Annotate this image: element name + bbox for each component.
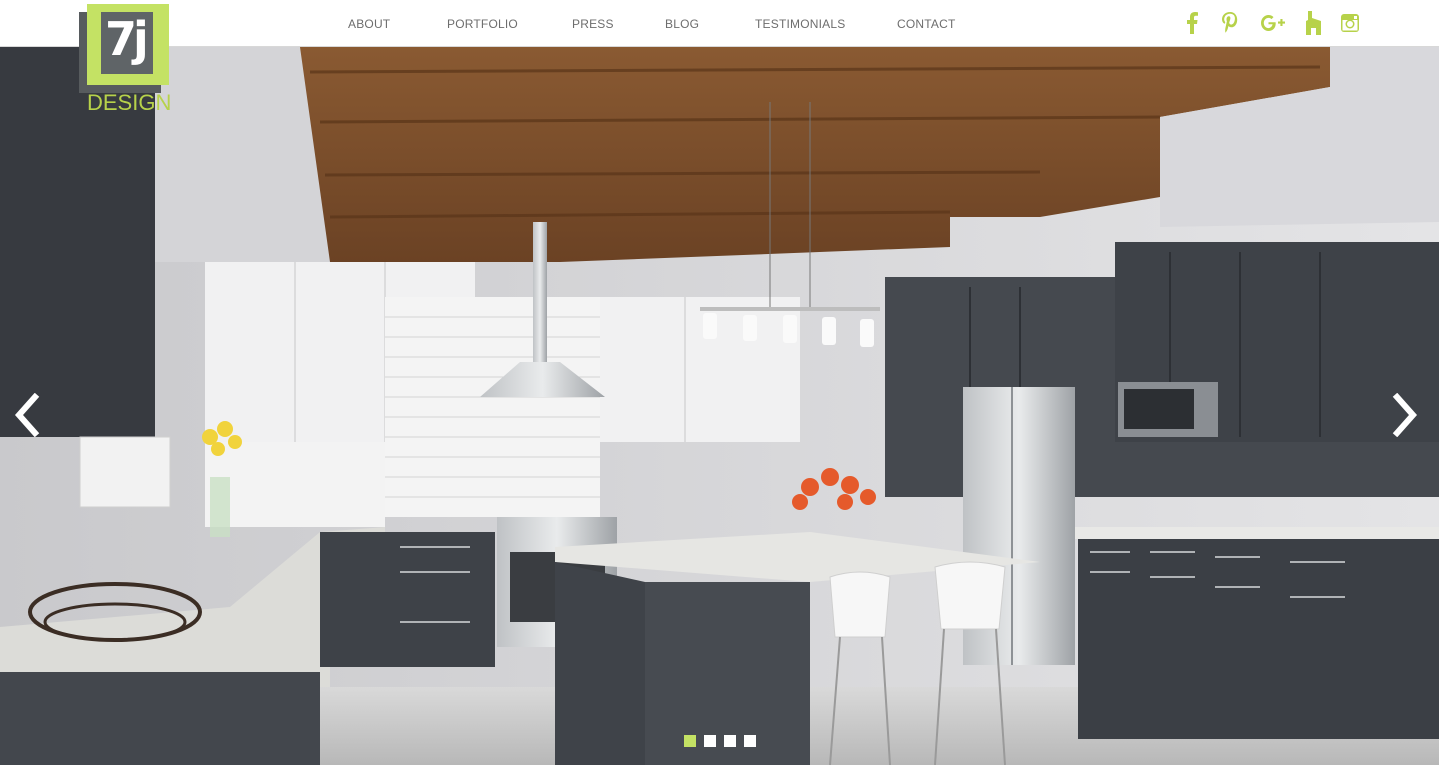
nav-contact[interactable]: CONTACT <box>897 17 956 31</box>
nav-testimonials[interactable]: TESTIMONIALS <box>755 17 845 31</box>
instagram-icon[interactable] <box>1339 10 1361 36</box>
slider-dot-1[interactable] <box>684 735 696 747</box>
slider-pagination <box>684 735 756 747</box>
logo-wordmark: DESIGN <box>87 90 172 115</box>
chevron-right-icon[interactable] <box>1384 387 1428 443</box>
nav-about[interactable]: ABOUT <box>348 17 390 31</box>
slider-dot-3[interactable] <box>724 735 736 747</box>
logo-mark: 7j <box>105 12 149 66</box>
hero-image <box>0 47 1439 765</box>
nav-press[interactable]: PRESS <box>572 17 614 31</box>
facebook-icon[interactable] <box>1183 10 1201 36</box>
nav-blog[interactable]: BLOG <box>665 17 699 31</box>
brand-logo[interactable]: 7j DESIGN <box>79 4 171 118</box>
google-plus-icon[interactable] <box>1259 10 1287 36</box>
slider-dot-2[interactable] <box>704 735 716 747</box>
nav-portfolio[interactable]: PORTFOLIO <box>447 17 518 31</box>
pinterest-icon[interactable] <box>1219 10 1241 36</box>
slider-dot-4[interactable] <box>744 735 756 747</box>
chevron-left-icon[interactable] <box>4 387 48 443</box>
hero-slider <box>0 47 1439 765</box>
site-header: ABOUT PORTFOLIO PRESS BLOG TESTIMONIALS … <box>0 0 1439 47</box>
houzz-icon[interactable] <box>1303 10 1323 36</box>
